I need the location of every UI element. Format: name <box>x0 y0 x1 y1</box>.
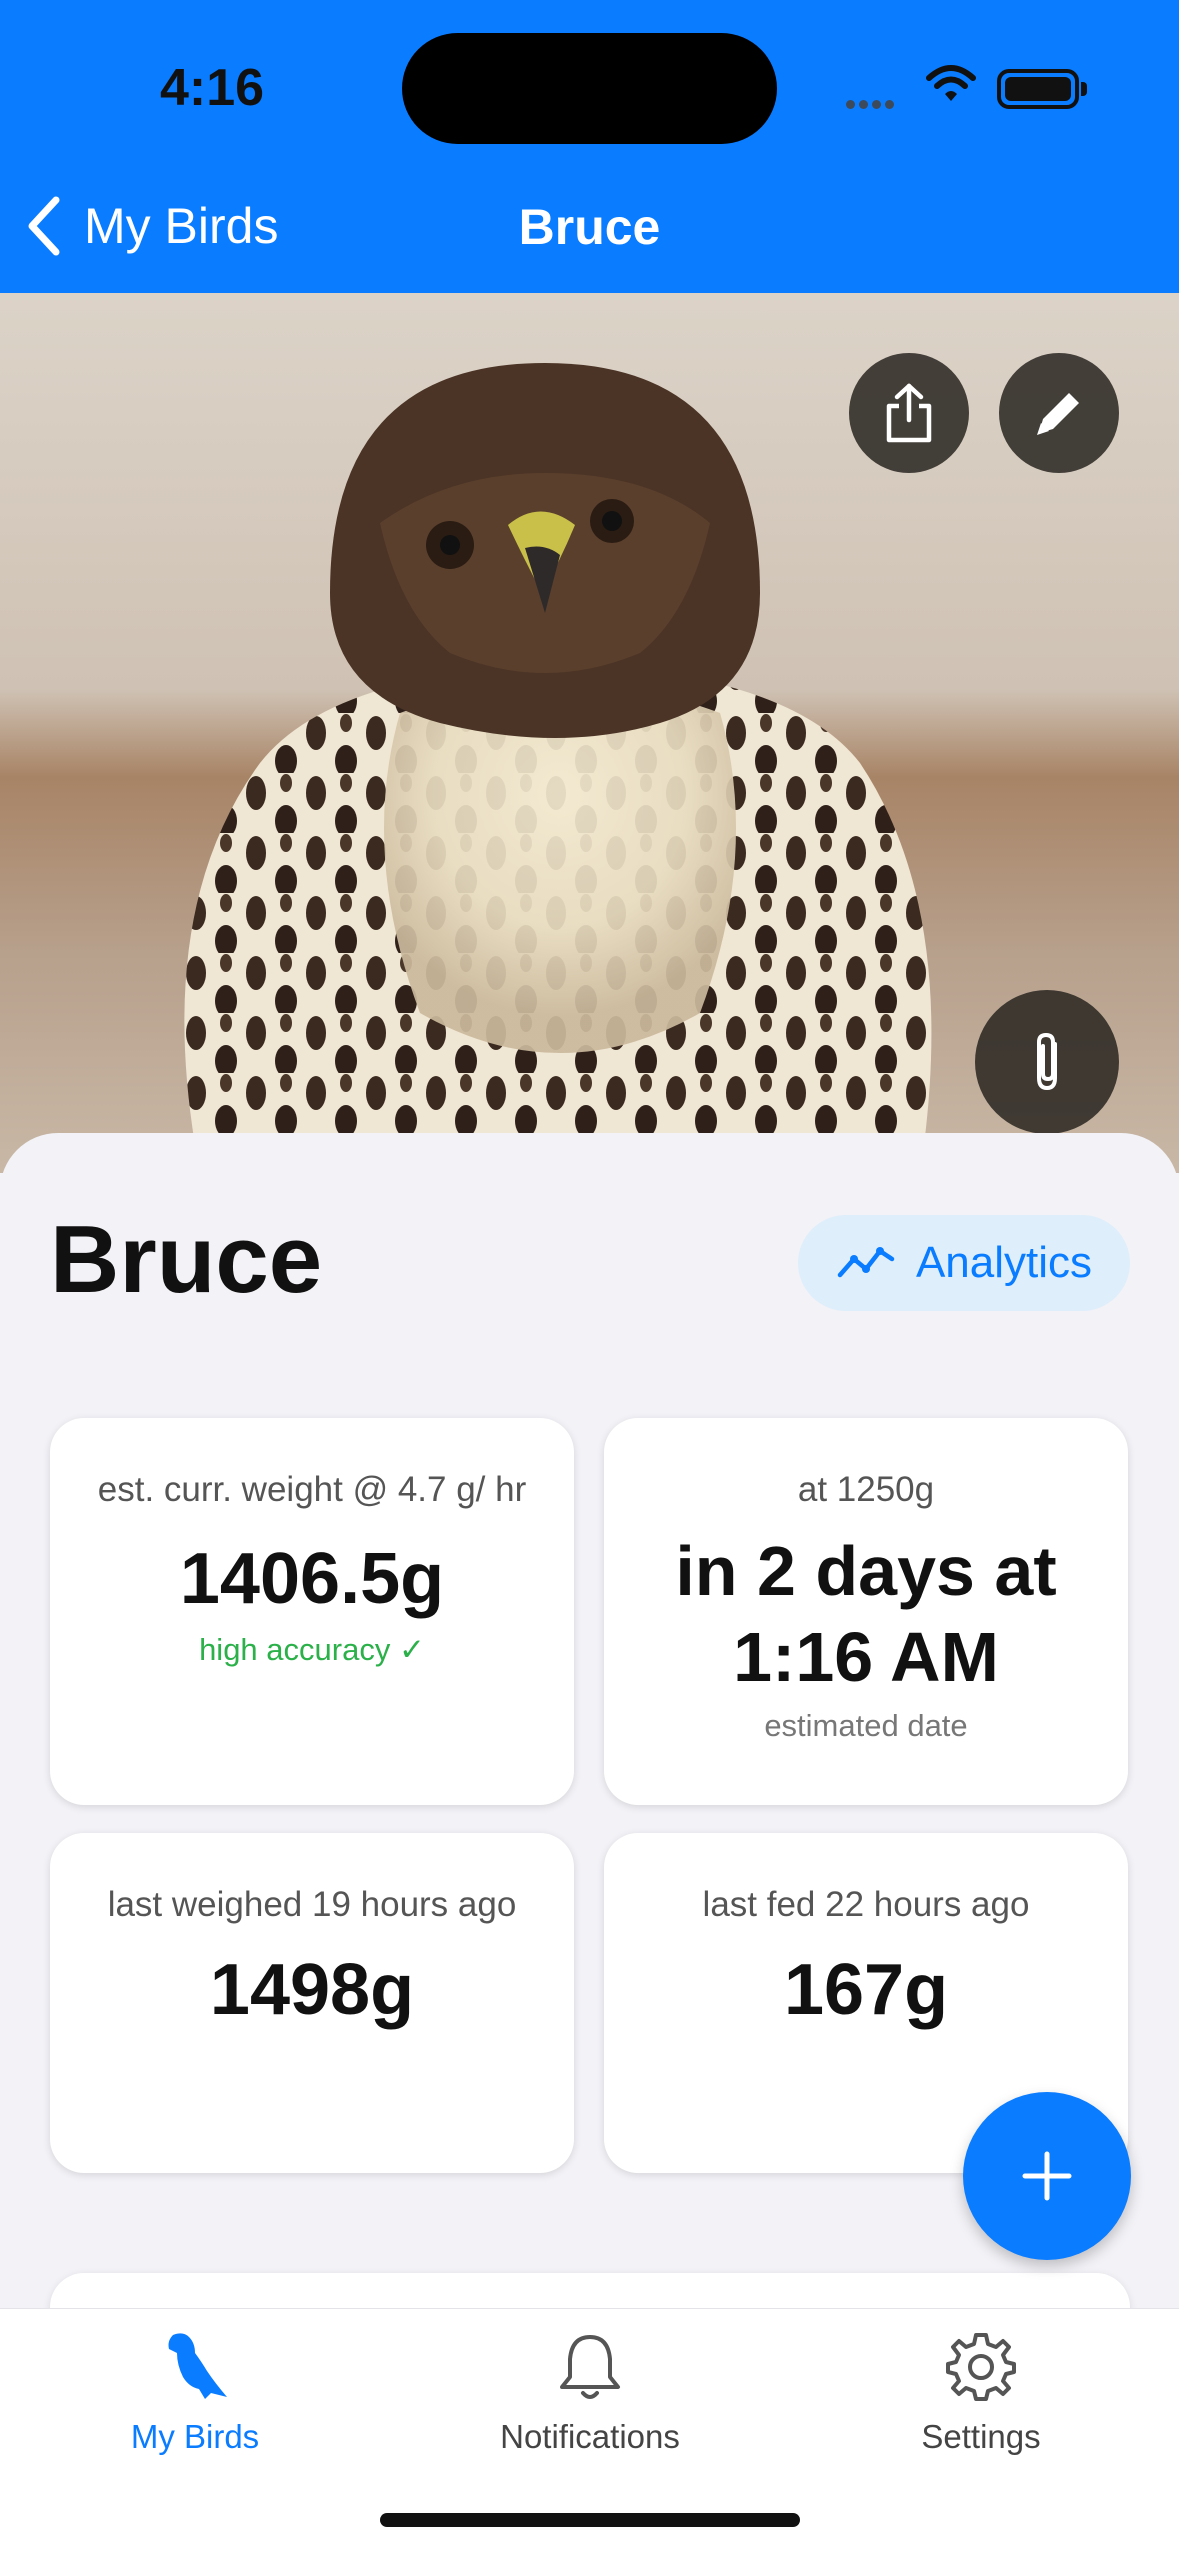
paperclip-icon <box>1037 1032 1057 1091</box>
add-entry-button[interactable] <box>963 2092 1131 2260</box>
last-weighed-value: 1498g <box>209 1950 415 2030</box>
analytics-button[interactable]: Analytics <box>798 1215 1130 1311</box>
target-date-note: estimated date <box>764 1708 968 1743</box>
home-indicator <box>380 2513 800 2527</box>
tab-my-birds[interactable]: My Birds <box>45 2327 345 2456</box>
target-weight-card[interactable]: at 1250g in 2 days at 1:16 AM estimated … <box>604 1418 1128 1805</box>
wifi-icon <box>926 65 976 101</box>
est-weight-card[interactable]: est. curr. weight @ 4.7 g/ hr 1406.5g hi… <box>50 1418 574 1805</box>
status-time: 4:16 <box>160 59 265 117</box>
pencil-icon <box>1037 393 1079 435</box>
tab-label: Settings <box>921 2418 1041 2455</box>
dynamic-island <box>402 33 777 144</box>
attachments-button[interactable] <box>975 990 1119 1134</box>
edit-button[interactable] <box>999 353 1119 473</box>
bird-name: Bruce <box>50 1206 323 1313</box>
last-fed-value: 167g <box>783 1950 949 2030</box>
tab-label: My Birds <box>130 2418 260 2455</box>
falcon-icon <box>168 2333 227 2399</box>
target-weight-caption: at 1250g <box>797 1470 935 1509</box>
accuracy-badge: high accuracy ✓ <box>199 1632 425 1667</box>
cellular-icon <box>846 96 906 109</box>
tab-notifications[interactable]: Notifications <box>440 2327 740 2456</box>
gear-icon <box>946 2333 1016 2401</box>
line-chart-icon <box>837 1247 895 1278</box>
share-icon <box>886 383 932 443</box>
target-date-value: in 2 days at 1:16 AM <box>604 1528 1128 1700</box>
target-date-line1: in 2 days at <box>675 1532 1057 1610</box>
target-date-line2: 1:16 AM <box>733 1618 999 1696</box>
analytics-label: Analytics <box>915 1238 1093 1287</box>
page-title: Bruce <box>518 199 661 255</box>
last-weighed-caption: last weighed 19 hours ago <box>107 1885 517 1924</box>
battery-icon <box>997 69 1087 109</box>
tab-label: Notifications <box>500 2418 680 2455</box>
bell-icon <box>560 2335 620 2399</box>
last-weighed-card[interactable]: last weighed 19 hours ago 1498g <box>50 1833 574 2173</box>
share-button[interactable] <box>849 353 969 473</box>
est-weight-value: 1406.5g <box>179 1539 445 1619</box>
tab-settings[interactable]: Settings <box>831 2327 1131 2456</box>
last-fed-caption: last fed 22 hours ago <box>702 1885 1030 1924</box>
nav-header: 4:16 My Birds Bruce <box>0 0 1179 293</box>
plus-icon <box>1022 2151 1072 2201</box>
est-weight-caption: est. curr. weight @ 4.7 g/ hr <box>97 1470 527 1509</box>
